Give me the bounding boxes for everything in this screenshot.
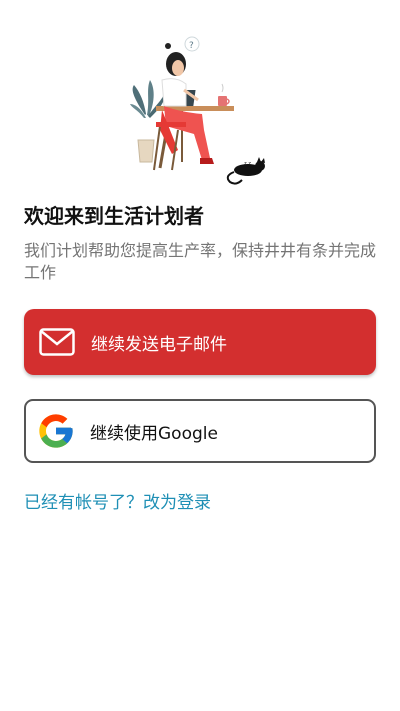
svg-text:?: ? [189,41,194,51]
page-subtitle: 我们计划帮助您提高生产率，保持井井有条并完成工作 [24,241,377,282]
page-title: 欢迎来到生活计划者 [24,204,204,228]
welcome-screen: ? z z 欢迎来到生活计划者 我们计划帮助您提高生产率，保持井井有条并完成工作… [0,0,400,711]
continue-with-google-label: 继续使用Google [90,423,218,444]
envelope-icon [39,328,75,356]
continue-with-google-button[interactable]: 继续使用Google [24,399,376,463]
welcome-illustration: ? z z [120,30,280,190]
switch-to-login-link[interactable]: 已经有帐号了？改为登录 [24,488,211,513]
continue-with-email-label: 继续发送电子邮件 [91,334,227,355]
google-logo-icon [36,411,76,451]
continue-with-email-button[interactable]: 继续发送电子邮件 [24,309,376,375]
svg-text:z z: z z [244,161,251,167]
